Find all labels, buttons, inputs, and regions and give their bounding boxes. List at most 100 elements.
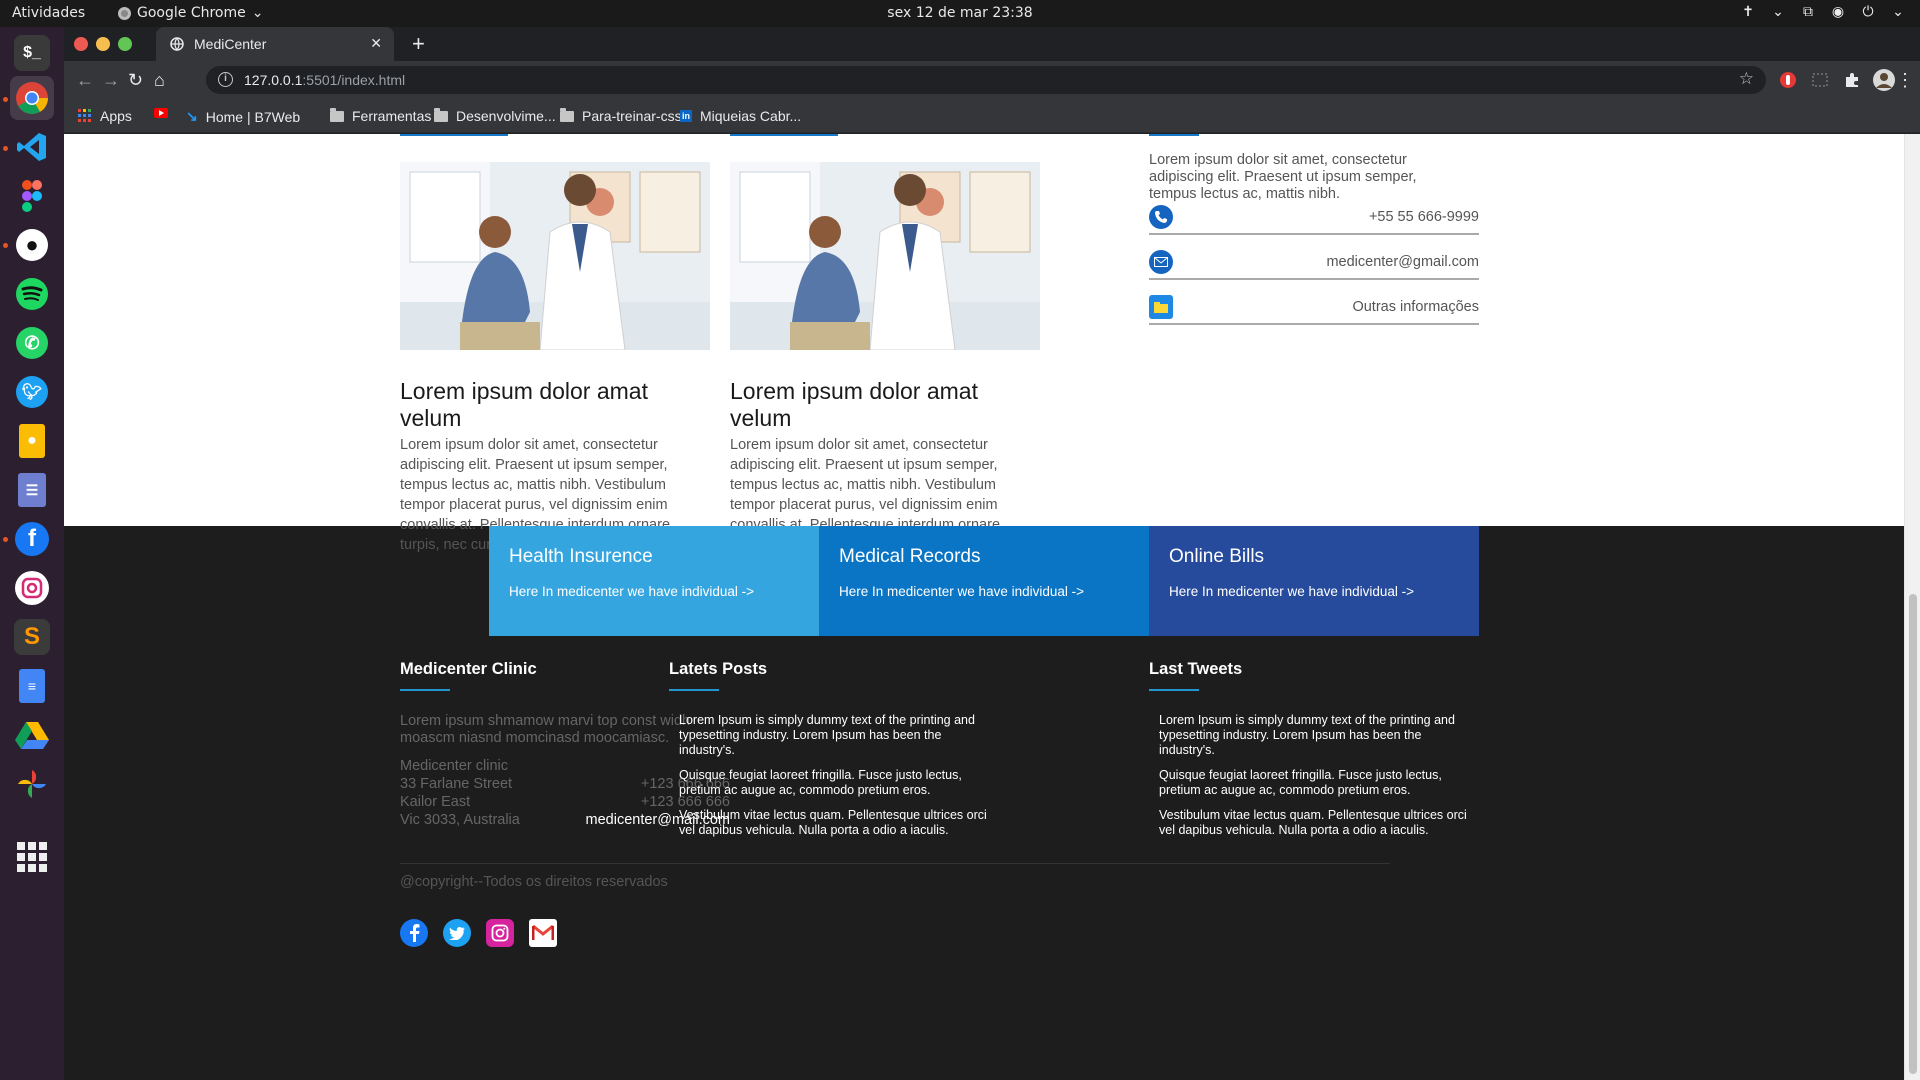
bookmark-star-icon[interactable]: ☆ <box>1739 69 1754 89</box>
tab-medicenter[interactable]: MediCenter ✕ <box>156 27 394 61</box>
chrome-menu-icon[interactable]: ⋮ <box>1896 70 1914 90</box>
dock-whatsapp[interactable]: ✆ <box>10 321 54 365</box>
footer-clinic-text: Lorem ipsum shmamow marvi top const widh… <box>400 713 691 746</box>
facebook-icon[interactable] <box>400 919 428 947</box>
bookmark-folder-desenvolvimento[interactable]: Desenvolvime... <box>434 107 556 124</box>
b7web-icon: ↘ <box>186 108 198 124</box>
new-tab-button[interactable]: + <box>412 31 425 57</box>
service-link[interactable]: Here In medicenter we have individual -> <box>509 584 799 599</box>
volume-icon[interactable]: ◉ <box>1830 4 1846 20</box>
dock-chrome[interactable] <box>10 76 54 120</box>
page-viewport: Lorem ipsum dolor amat velum Lorem ipsum… <box>64 134 1920 1080</box>
doctor-patient-image <box>400 162 710 350</box>
show-applications-button[interactable] <box>10 835 54 879</box>
chevron-down-icon[interactable]: ⌄ <box>1890 4 1906 20</box>
phone-icon <box>1149 205 1173 229</box>
service-title: Medical Records <box>839 546 981 567</box>
footer-divider <box>400 863 1390 864</box>
network-icon[interactable]: ⧉ <box>1800 4 1816 20</box>
running-indicator <box>3 243 8 248</box>
tweet-item[interactable]: Quisque feugiat laoreet fringilla. Fusce… <box>1159 768 1469 798</box>
linkedin-icon: in <box>680 110 692 122</box>
contact-more-info[interactable]: Outras informações <box>1352 299 1479 315</box>
accessibility-icon[interactable]: ✝ <box>1740 4 1756 20</box>
dock-github[interactable]: ● <box>10 223 54 267</box>
copyright-text: @copyright--Todos os direitos reservados <box>400 874 668 890</box>
twitter-icon[interactable] <box>443 919 471 947</box>
bookmark-folder-para-treinar-css[interactable]: Para-treinar-css <box>560 107 682 124</box>
dock-photos[interactable] <box>10 762 54 806</box>
footer-heading: Last Tweets <box>1149 660 1243 678</box>
terminal-icon: $_ <box>14 35 50 71</box>
dock-instagram[interactable] <box>10 566 54 610</box>
extension-red-icon[interactable] <box>1778 70 1798 90</box>
dock-terminal[interactable]: $_ <box>10 31 54 75</box>
dock-sublime[interactable]: S <box>10 615 54 659</box>
footer-heading-underline <box>669 689 719 691</box>
github-icon: ● <box>16 229 48 261</box>
drive-icon <box>15 722 49 749</box>
footer-last-tweets: Last Tweets Lorem Ipsum is simply dummy … <box>1149 660 1469 838</box>
globe-icon <box>170 37 184 51</box>
post-item[interactable]: Quisque feugiat laoreet fringilla. Fusce… <box>679 768 989 798</box>
post-item[interactable]: Vestibulum vitae lectus quam. Pellentesq… <box>679 808 989 838</box>
power-icon[interactable]: ⏻ <box>1860 4 1876 20</box>
home-icon[interactable]: ⌂ <box>154 70 165 90</box>
browser-toolbar: ← → ↻ ⌂ i 127.0.0.1:5501/index.html ☆ ⋮ <box>64 61 1920 99</box>
card-accent-bar <box>400 134 508 136</box>
chrome-icon <box>16 82 48 114</box>
contact-phone-row: +55 55 666-9999 <box>1149 199 1479 235</box>
tweet-item[interactable]: Lorem Ipsum is simply dummy text of the … <box>1159 713 1469 758</box>
docs-icon: ≡ <box>19 669 45 703</box>
tweet-item[interactable]: Vestibulum vitae lectus quam. Pellentesq… <box>1159 808 1469 838</box>
reload-icon[interactable]: ↻ <box>128 70 143 90</box>
running-indicator <box>3 537 8 542</box>
close-window-button[interactable] <box>74 37 88 51</box>
dock-keep[interactable]: ● <box>10 419 54 463</box>
url-text: 127.0.0.1:5501/index.html <box>244 72 406 88</box>
service-medical-records[interactable]: Medical Records Here In medicenter we ha… <box>819 526 1149 636</box>
footer-heading: Latets Posts <box>669 660 768 678</box>
dock-spotify[interactable] <box>10 272 54 316</box>
service-online-bills[interactable]: Online Bills Here In medicenter we have … <box>1149 526 1479 636</box>
clock[interactable]: sex 12 de mar 23:38 <box>0 5 1920 21</box>
info-icon[interactable]: i <box>218 72 233 87</box>
service-link[interactable]: Here In medicenter we have individual -> <box>839 584 1129 599</box>
forward-arrow-icon[interactable]: → <box>102 70 120 90</box>
dock-facebook[interactable]: f <box>10 517 54 561</box>
bookmark-linkedin[interactable]: in Miqueias Cabr... <box>680 108 801 124</box>
dock-drive[interactable] <box>10 713 54 757</box>
close-tab-icon[interactable]: ✕ <box>370 35 382 52</box>
minimize-window-button[interactable] <box>96 37 110 51</box>
instagram-icon[interactable] <box>486 919 514 947</box>
bookmark-youtube[interactable] <box>154 108 168 118</box>
dock-files[interactable]: ☰ <box>10 468 54 512</box>
file-cabinet-icon: ☰ <box>18 473 46 507</box>
gmail-icon[interactable] <box>529 919 557 947</box>
bookmarks-bar: Apps ↘ Home | B7Web Ferramentas Desenvol… <box>64 99 1920 133</box>
chevron-down-icon[interactable]: ⌄ <box>1770 4 1786 20</box>
screenshot-extension-icon[interactable] <box>1810 70 1830 90</box>
contact-email[interactable]: medicenter@gmail.com <box>1326 254 1479 270</box>
app-grid-icon <box>17 842 47 872</box>
profile-avatar[interactable] <box>1872 68 1896 92</box>
dock-twitter[interactable]: 🐦︎ <box>10 370 54 414</box>
scrollbar-thumb[interactable] <box>1909 594 1917 1074</box>
service-health-insurance[interactable]: Health Insurence Here In medicenter we h… <box>489 526 819 636</box>
back-arrow-icon[interactable]: ← <box>76 70 94 90</box>
bookmark-b7web[interactable]: ↘ Home | B7Web <box>186 108 300 125</box>
maximize-window-button[interactable] <box>118 37 132 51</box>
keep-icon: ● <box>19 424 45 458</box>
footer-heading-underline <box>400 689 450 691</box>
bookmark-folder-ferramentas[interactable]: Ferramentas <box>330 107 431 124</box>
dock-docs[interactable]: ≡ <box>10 664 54 708</box>
extensions-puzzle-icon[interactable] <box>1842 70 1862 90</box>
service-link[interactable]: Here In medicenter we have individual -> <box>1169 584 1459 599</box>
dock-vscode[interactable] <box>10 125 54 169</box>
post-item[interactable]: Lorem Ipsum is simply dummy text of the … <box>679 713 989 758</box>
bookmark-apps[interactable]: Apps <box>78 108 132 124</box>
page-scrollbar[interactable] <box>1904 134 1920 1080</box>
dock-figma[interactable] <box>10 174 54 218</box>
address-bar[interactable]: i 127.0.0.1:5501/index.html ☆ <box>206 66 1766 94</box>
system-tray[interactable]: ✝ ⌄ ⧉ ◉ ⏻ ⌄ <box>1740 4 1906 20</box>
